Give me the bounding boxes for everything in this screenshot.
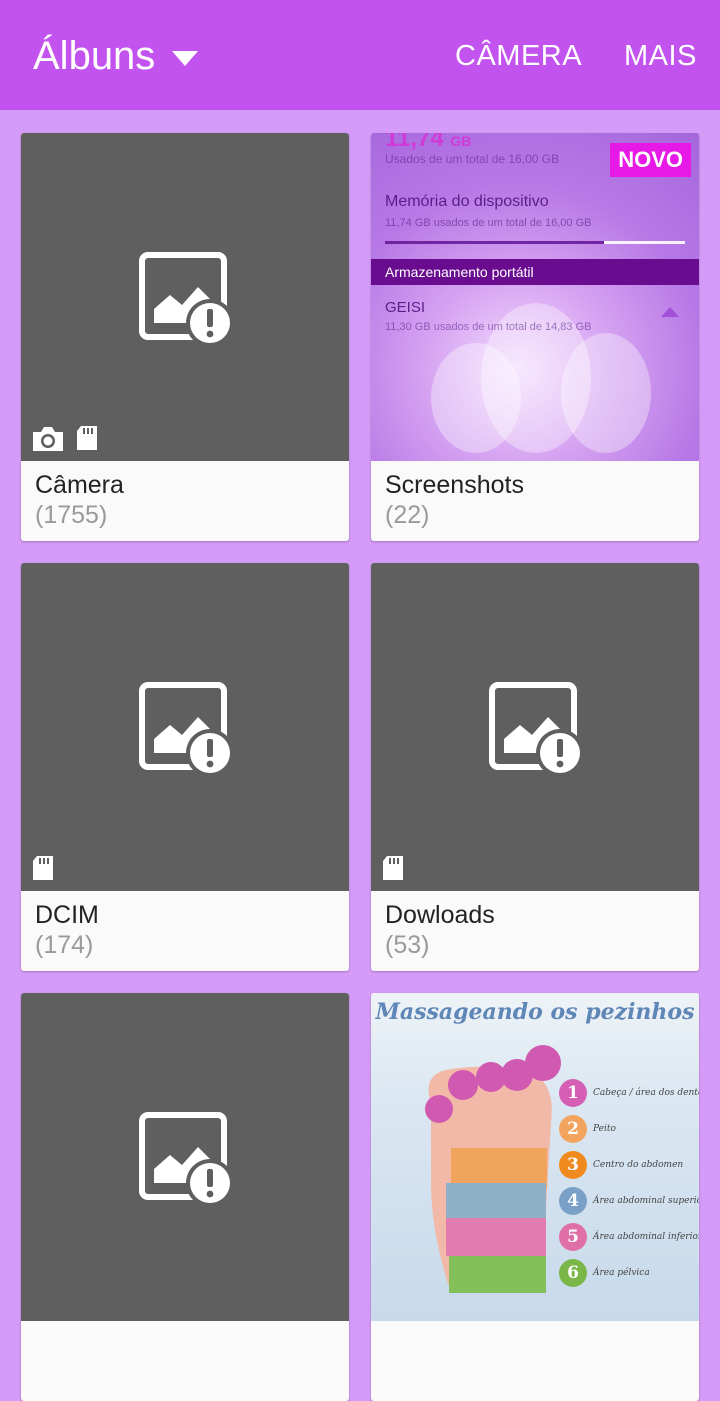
massage-legend-label: Área abdominal superior	[593, 1196, 699, 1206]
massage-legend-label: Área abdominal inferior	[593, 1232, 699, 1242]
broken-image-icon	[488, 681, 584, 777]
storage-used-value: 11,74 GB	[385, 133, 472, 152]
album-thumbnail: 11,74 GB Usados de um total de 16,00 GB …	[371, 133, 699, 461]
sd-card-icon	[75, 425, 99, 451]
new-badge: NOVO	[610, 143, 691, 177]
flower-petal	[561, 333, 651, 453]
massage-legend-number: 4	[559, 1187, 587, 1215]
album-thumbnail	[371, 563, 699, 891]
massage-legend-label: Peito	[593, 1124, 616, 1134]
broken-image-icon	[138, 1111, 234, 1207]
massage-legend-label: Centro do abdomen	[593, 1160, 684, 1170]
broken-image-icon	[138, 681, 234, 777]
more-action-button[interactable]: MAIS	[624, 40, 697, 73]
album-thumbnail	[21, 993, 349, 1321]
album-name: Dowloads	[385, 901, 495, 929]
massage-legend-number: 1	[559, 1079, 587, 1107]
dropdown-arrow-icon[interactable]	[172, 51, 198, 66]
album-count: (53)	[385, 931, 430, 959]
album-card-camera[interactable]: Câmera (1755)	[21, 133, 349, 541]
massage-legend-item: 4 Área abdominal superior	[559, 1187, 699, 1215]
massage-legend-number: 2	[559, 1115, 587, 1143]
album-name: Screenshots	[385, 471, 524, 499]
device-memory-bar	[385, 241, 685, 244]
sd-card-icon	[381, 855, 405, 881]
massage-legend-number: 5	[559, 1223, 587, 1251]
massage-legend-label: Área pélvica	[593, 1268, 650, 1278]
album-thumbnail	[21, 563, 349, 891]
album-thumbnail	[21, 133, 349, 461]
album-name: DCIM	[35, 901, 99, 929]
album-card-5[interactable]	[21, 993, 349, 1401]
camera-icon	[31, 425, 65, 453]
portable-storage-header: Armazenamento portátil	[371, 259, 699, 285]
sd-card-icon	[31, 855, 55, 881]
album-card-screenshots[interactable]: 11,74 GB Usados de um total de 16,00 GB …	[371, 133, 699, 541]
app-bar: Álbuns CÂMERA MAIS	[0, 0, 720, 110]
album-thumbnail: Massageando os pezinhos 1 Cabeça / área d…	[371, 993, 699, 1321]
album-name: Câmera	[35, 471, 124, 499]
device-memory-label: Memória do dispositivo	[385, 193, 549, 210]
storage-used-text: Usados de um total de 16,00 GB	[385, 152, 560, 166]
album-title[interactable]: Álbuns	[33, 34, 155, 79]
album-count: (1755)	[35, 501, 108, 529]
massage-legend-label: Cabeça / área dos dentes	[593, 1088, 699, 1098]
massage-legend-number: 6	[559, 1259, 587, 1287]
album-count: (22)	[385, 501, 430, 529]
album-card-dowloads[interactable]: Dowloads (53)	[371, 563, 699, 971]
massage-title: Massageando os pezinhos	[375, 999, 695, 1025]
massage-legend-item: 1 Cabeça / área dos dentes	[559, 1079, 699, 1107]
album-card-dcim[interactable]: DCIM (174)	[21, 563, 349, 971]
device-memory-fill	[385, 241, 604, 244]
massage-legend-item: 5 Área abdominal inferior	[559, 1223, 699, 1251]
sd-card-detail: 11,30 GB usados de um total de 14,83 GB	[385, 321, 592, 333]
baby-foot-illustration	[425, 1045, 561, 1293]
sd-card-name: GEISI	[385, 299, 426, 316]
flower-petal	[431, 343, 521, 453]
album-card-6[interactable]: Massageando os pezinhos 1 Cabeça / área d…	[371, 993, 699, 1401]
device-memory-detail: 11,74 GB usados de um total de 16,00 GB	[385, 217, 592, 229]
broken-image-icon	[138, 251, 234, 347]
camera-action-button[interactable]: CÂMERA	[455, 40, 582, 73]
eject-icon	[661, 307, 679, 317]
massage-legend-item: 2 Peito	[559, 1115, 616, 1143]
massage-legend-item: 6 Área pélvica	[559, 1259, 650, 1287]
album-count: (174)	[35, 931, 94, 959]
massage-legend-item: 3 Centro do abdomen	[559, 1151, 683, 1179]
massage-legend-number: 3	[559, 1151, 587, 1179]
